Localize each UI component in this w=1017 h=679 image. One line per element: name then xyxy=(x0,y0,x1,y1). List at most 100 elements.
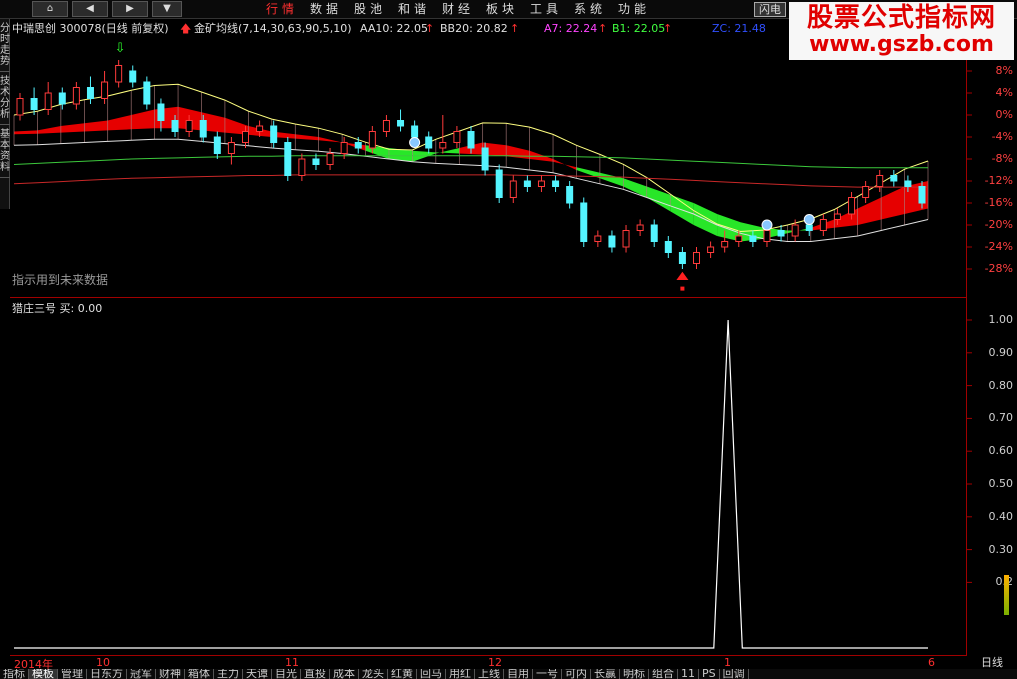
candle-body xyxy=(749,235,757,242)
candle-body xyxy=(777,230,785,237)
signal-markers: ⇩ xyxy=(115,41,815,291)
candle-body xyxy=(819,219,827,231)
candle-body xyxy=(918,186,926,204)
y-tick-label: -4% xyxy=(991,130,1013,143)
candle-body xyxy=(439,142,447,149)
candle-body xyxy=(354,142,362,149)
bottom-tab[interactable]: PS xyxy=(699,669,720,679)
ribbon-segment xyxy=(506,145,530,159)
date-label: 10 xyxy=(96,656,110,669)
bottom-tab[interactable]: 日东方 xyxy=(87,669,127,679)
menu-item-tools[interactable]: 工具 xyxy=(524,0,568,19)
bottom-tab[interactable]: 主力 xyxy=(214,669,243,679)
bottom-tab[interactable]: 组合 xyxy=(649,669,678,679)
aa10-value: AA10: 22.05 xyxy=(360,22,429,35)
ribbon-segment xyxy=(295,134,319,141)
bottom-tab[interactable]: 自用 xyxy=(504,669,533,679)
indicator-line xyxy=(14,319,928,649)
bottom-tab[interactable]: 红黄 xyxy=(388,669,417,679)
ribbon-segment xyxy=(318,137,343,143)
up-button[interactable]: ▼ xyxy=(152,1,182,17)
candle-body xyxy=(326,153,334,165)
candle-body xyxy=(72,87,80,105)
moving-average-lines xyxy=(13,83,929,242)
bottom-tab[interactable]: 回调 xyxy=(720,669,749,679)
bottom-tab[interactable]: 11 xyxy=(678,669,699,679)
menu-item-finance[interactable]: 财经 xyxy=(436,0,480,19)
candle-body xyxy=(481,147,489,171)
bottom-tab[interactable]: 用红 xyxy=(446,669,475,679)
ribbon-segment xyxy=(37,126,61,134)
ribbon-segment xyxy=(107,115,132,131)
bottom-tab[interactable]: 财神 xyxy=(156,669,185,679)
down-arrow-icon: ⇩ xyxy=(115,41,126,56)
bottom-tab[interactable]: 目光 xyxy=(272,669,301,679)
menu-item-data[interactable]: 数据 xyxy=(304,0,348,19)
tab-fundamentals[interactable]: 基本资料 xyxy=(0,125,10,178)
candle-body xyxy=(101,81,109,99)
watermark-url: www.gszb.com xyxy=(809,32,994,57)
menu-item-function[interactable]: 功能 xyxy=(612,0,656,19)
forward-button[interactable]: ▶ xyxy=(112,1,148,17)
home-button[interactable]: ⌂ xyxy=(32,1,68,17)
bottom-tab[interactable]: 管理 xyxy=(58,669,87,679)
bottom-tab[interactable]: 明标 xyxy=(620,669,649,679)
tab-technical[interactable]: 技术分析 xyxy=(0,72,10,125)
candle-body xyxy=(523,180,531,187)
bottom-tab[interactable]: 模板 xyxy=(29,669,58,679)
candlesticks xyxy=(16,60,926,269)
bottom-tab[interactable]: 直投 xyxy=(301,669,330,679)
bottom-tab[interactable]: 一号 xyxy=(533,669,562,679)
candle-body xyxy=(664,241,672,253)
bottom-tab[interactable]: 天谭 xyxy=(243,669,272,679)
tab-intraday[interactable]: 分时走势 xyxy=(0,19,10,72)
y-tick-label: 0.90 xyxy=(988,345,1014,359)
bottom-tab[interactable]: 指标 xyxy=(0,669,29,679)
y-tick-label: 0.80 xyxy=(988,378,1014,392)
future-data-warning: 指示用到未来数据 xyxy=(12,273,109,287)
candle-body xyxy=(44,92,52,110)
ma-base-line xyxy=(13,174,928,188)
date-label: 12 xyxy=(488,656,502,669)
y-tick-label: -28% xyxy=(984,262,1013,275)
bb20-value: BB20: 20.82 xyxy=(440,22,508,35)
candle-body xyxy=(340,142,348,154)
bottom-tab[interactable]: 长赢 xyxy=(591,669,620,679)
date-axis: 2014年 10 11 12 1 6 xyxy=(10,656,967,671)
ribbon-segment xyxy=(881,186,905,220)
stock-title: 中瑞思创 300078(日线 前复权) xyxy=(12,22,169,35)
candle-body xyxy=(552,180,560,187)
menu-item-sector[interactable]: 板块 xyxy=(480,0,524,19)
a7-value: A7: 22.24 xyxy=(544,22,598,35)
candle-body xyxy=(185,120,193,132)
candle-body xyxy=(86,87,94,99)
stock-chart[interactable]: ⇩ xyxy=(0,0,1017,679)
bottom-tab[interactable]: 箱体 xyxy=(185,669,214,679)
menu-item-system[interactable]: 系统 xyxy=(568,0,612,19)
back-button[interactable]: ◀ xyxy=(72,1,108,17)
menu-item-pool[interactable]: 股池 xyxy=(348,0,392,19)
bottom-tab[interactable]: 龙头 xyxy=(359,669,388,679)
bottom-tab[interactable]: 成本 xyxy=(330,669,359,679)
bottom-tab[interactable]: 上线 xyxy=(475,669,504,679)
candle-body xyxy=(284,142,292,176)
y-tick-label: -20% xyxy=(984,218,1013,231)
ma-long-line xyxy=(13,155,928,169)
diamond-signal-icon xyxy=(803,214,815,225)
candle-body xyxy=(397,120,405,127)
candle-body xyxy=(16,98,24,116)
bottom-tab[interactable]: 可内 xyxy=(562,669,591,679)
candle-body xyxy=(566,186,574,204)
main-menu: 行情 数据 股池 和谐 财经 板块 工具 系统 功能 xyxy=(260,0,656,19)
bottom-tab[interactable]: 冠军 xyxy=(127,669,156,679)
flash-trade-button[interactable]: 闪电 xyxy=(754,2,786,17)
buy-arrow-stem xyxy=(680,286,685,291)
candle-body xyxy=(622,230,630,248)
bottom-tab[interactable]: 回马 xyxy=(417,669,446,679)
menu-item-harmony[interactable]: 和谐 xyxy=(392,0,436,19)
menu-item-quotes[interactable]: 行情 xyxy=(260,0,304,19)
up-arrow-icon: 🡅 xyxy=(180,22,192,35)
y-tick-label: 8% xyxy=(995,64,1013,77)
candle-body xyxy=(227,142,235,154)
period-selector[interactable]: 日线 xyxy=(967,656,1017,669)
